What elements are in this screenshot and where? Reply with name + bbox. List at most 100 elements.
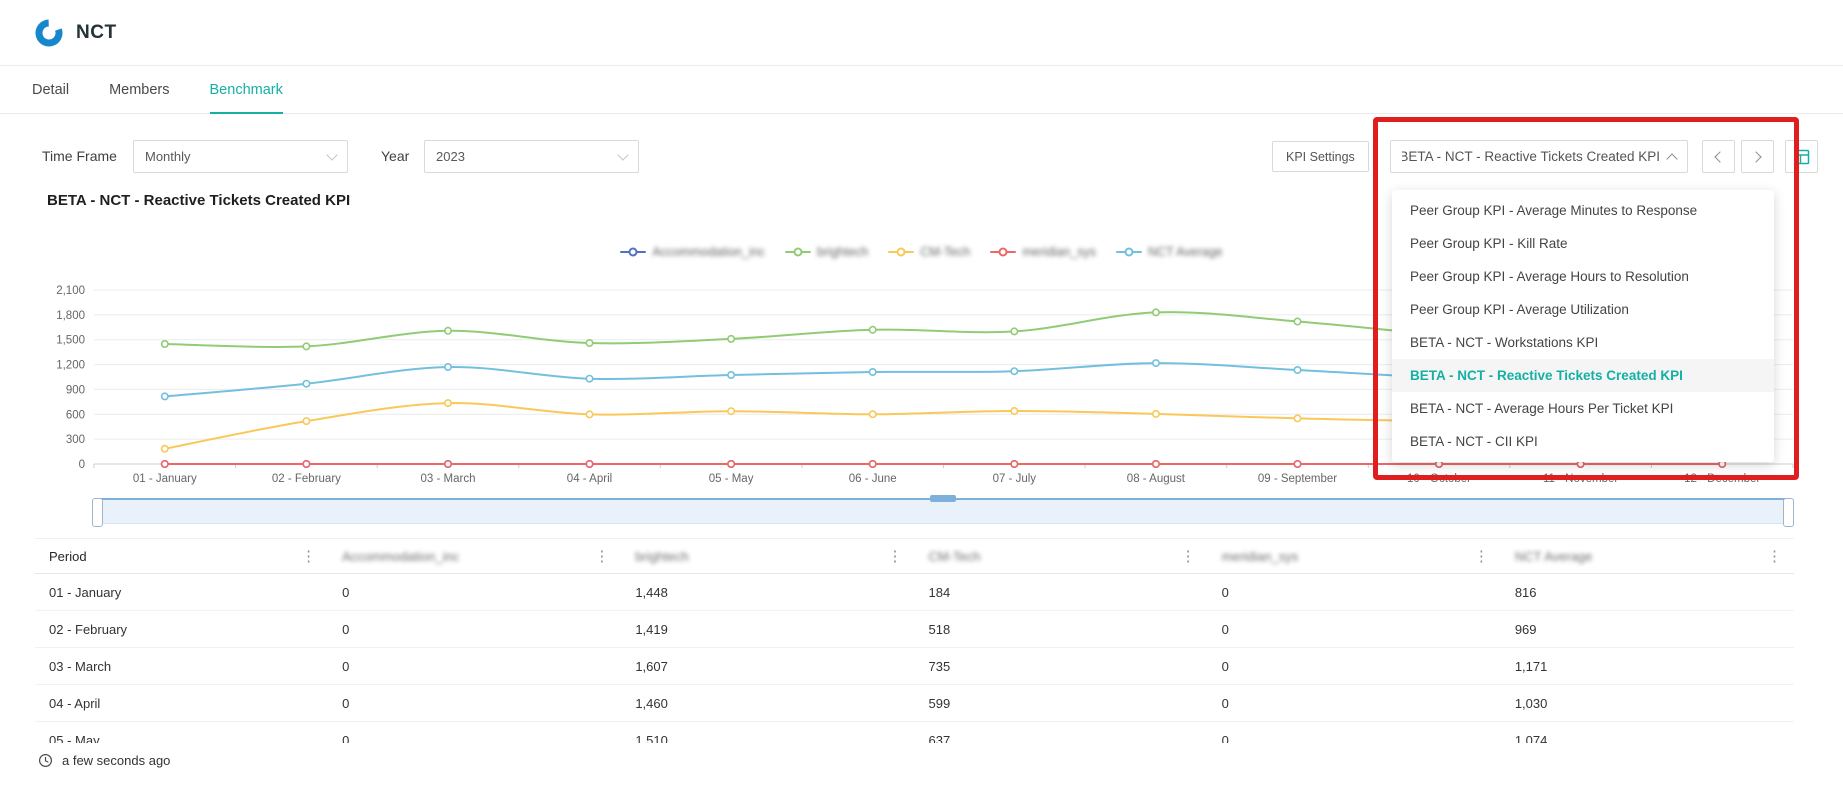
data-zoom-move-handle[interactable] (930, 495, 956, 502)
table-cell: 0 (342, 658, 350, 674)
kpi-dropdown-menu: Peer Group KPI - Average Minutes to Resp… (1392, 190, 1774, 462)
column-menu-icon[interactable]: ⋮ (301, 547, 316, 565)
chevron-down-icon (326, 149, 338, 161)
kpi-settings-button[interactable]: KPI Settings (1272, 141, 1369, 172)
legend-dot-marker (998, 247, 1008, 257)
kpi-dropdown-item[interactable]: BETA - NCT - Average Hours Per Ticket KP… (1392, 392, 1774, 425)
kpi-dropdown-item[interactable]: BETA - NCT - Workstations KPI (1392, 326, 1774, 359)
tab-members[interactable]: Members (109, 66, 169, 113)
kpi-dropdown-item[interactable]: Peer Group KPI - Average Minutes to Resp… (1392, 194, 1774, 227)
tab-detail[interactable]: Detail (32, 66, 69, 113)
column-menu-icon[interactable]: ⋮ (1474, 547, 1489, 565)
column-header-redacted: Accommodation_inc ⋮ (328, 539, 621, 573)
column-header-label: brightech (635, 548, 689, 564)
column-menu-icon[interactable]: ⋮ (594, 547, 609, 565)
svg-text:08 - August: 08 - August (1127, 473, 1186, 485)
table-cell: 599 (928, 695, 951, 711)
legend-line-marker (1116, 247, 1143, 257)
data-point-marker (443, 363, 452, 372)
table-cell: 0 (1221, 658, 1229, 674)
kpi-dropdown-item[interactable]: BETA - NCT - CII KPI (1392, 425, 1774, 458)
export-table-button[interactable] (1785, 140, 1818, 173)
svg-text:12 - December: 12 - December (1684, 473, 1760, 485)
year-label: Year (381, 148, 410, 164)
legend-item[interactable]: meridian_sys (990, 245, 1096, 259)
svg-text:02 - February: 02 - February (272, 473, 341, 485)
table-cell: 0 (1221, 732, 1229, 744)
legend-item[interactable]: CM-Tech (888, 245, 970, 259)
table-cell: 184 (928, 584, 951, 600)
data-point-marker (443, 460, 452, 469)
tab-benchmark[interactable]: Benchmark (209, 66, 284, 114)
data-point-marker (1010, 460, 1019, 469)
legend-item[interactable]: brightech (784, 245, 869, 259)
data-zoom-right-handle[interactable] (1783, 498, 1794, 527)
table-cell: 1,510 (635, 732, 668, 744)
data-point-marker (160, 444, 169, 453)
data-point-marker (1293, 366, 1302, 375)
data-point-marker (160, 340, 169, 349)
time-frame-select[interactable]: Monthly (133, 140, 348, 173)
kpi-dropdown-item[interactable]: BETA - NCT - Reactive Tickets Created KP… (1392, 359, 1774, 392)
app-title: NCT (76, 21, 117, 43)
table-cell: 0 (342, 621, 350, 637)
legend-dot-marker (896, 247, 906, 257)
kpi-dropdown-item[interactable]: Peer Group KPI - Average Utilization (1392, 293, 1774, 326)
tab-bar: Detail Members Benchmark (0, 66, 1843, 114)
data-zoom-slider[interactable] (92, 495, 1794, 527)
legend-dot-marker (628, 247, 638, 257)
data-point-marker (160, 392, 169, 401)
data-point-marker (727, 371, 736, 380)
year-select[interactable]: 2023 (424, 140, 639, 173)
kpi-dropdown-item[interactable]: Peer Group KPI - Average Hours to Resolu… (1392, 260, 1774, 293)
data-point-marker (868, 368, 877, 377)
column-header-label: Period (49, 548, 87, 564)
chevron-up-icon (1666, 152, 1678, 165)
svg-text:05 - May: 05 - May (709, 473, 754, 485)
legend-line-marker (784, 247, 811, 257)
table-cell: 1,448 (635, 584, 668, 600)
legend-line-marker (620, 247, 647, 257)
table-cell: 1,171 (1514, 658, 1548, 674)
legend-item[interactable]: NCT Average (1116, 245, 1223, 259)
legend-item[interactable]: Accommodation_inc (620, 245, 765, 259)
next-kpi-button[interactable] (1741, 140, 1774, 173)
data-point-marker (1010, 407, 1019, 416)
data-zoom-left-handle[interactable] (92, 498, 103, 527)
column-menu-icon[interactable]: ⋮ (887, 547, 902, 565)
legend-label: brightech (816, 245, 869, 259)
clock-icon (38, 753, 53, 768)
legend-label: CM-Tech (920, 245, 971, 259)
column-header-redacted: NCT Average ⋮ (1501, 539, 1794, 573)
table-row: 05 - May 0 1,510 637 0 1,074 (35, 722, 1794, 744)
data-point-marker (160, 460, 169, 469)
data-point-marker (585, 339, 594, 348)
column-header-period: Period ⋮ (35, 539, 328, 573)
table-row: 02 - February 0 1,419 518 0 969 (35, 611, 1794, 648)
table-cell: 1,030 (1514, 695, 1548, 711)
svg-text:06 - June: 06 - June (849, 473, 897, 485)
previous-kpi-button[interactable] (1702, 140, 1735, 173)
table-header-row: Period ⋮ Accommodation_inc ⋮ brightech ⋮ CM-Te… (35, 538, 1794, 574)
data-point-marker (1293, 317, 1302, 326)
kpi-select[interactable]: BETA - NCT - Reactive Tickets Created KP… (1390, 140, 1688, 173)
data-point-marker (868, 410, 877, 419)
data-point-marker (302, 417, 311, 426)
svg-text:10 - October: 10 - October (1407, 473, 1471, 485)
legend-label: Accommodation_inc (652, 245, 765, 259)
app-header: NCT (0, 0, 1843, 66)
svg-text:07 - July: 07 - July (993, 473, 1037, 485)
kpi-select-value: BETA - NCT - Reactive Tickets Created KP… (1402, 149, 1660, 164)
column-menu-icon[interactable]: ⋮ (1767, 547, 1782, 565)
data-point-marker (1010, 367, 1019, 376)
data-point-marker (302, 460, 311, 469)
column-menu-icon[interactable]: ⋮ (1181, 547, 1196, 565)
data-point-marker (1293, 414, 1302, 423)
kpi-dropdown-item[interactable]: Peer Group KPI - Kill Rate (1392, 227, 1774, 260)
table-cell: 816 (1514, 584, 1537, 600)
data-point-marker (1010, 327, 1019, 336)
last-updated-status: a few seconds ago (38, 753, 170, 768)
svg-text:04 - April: 04 - April (567, 473, 612, 485)
legend-label: NCT Average (1148, 245, 1223, 259)
legend-line-marker (888, 247, 915, 257)
